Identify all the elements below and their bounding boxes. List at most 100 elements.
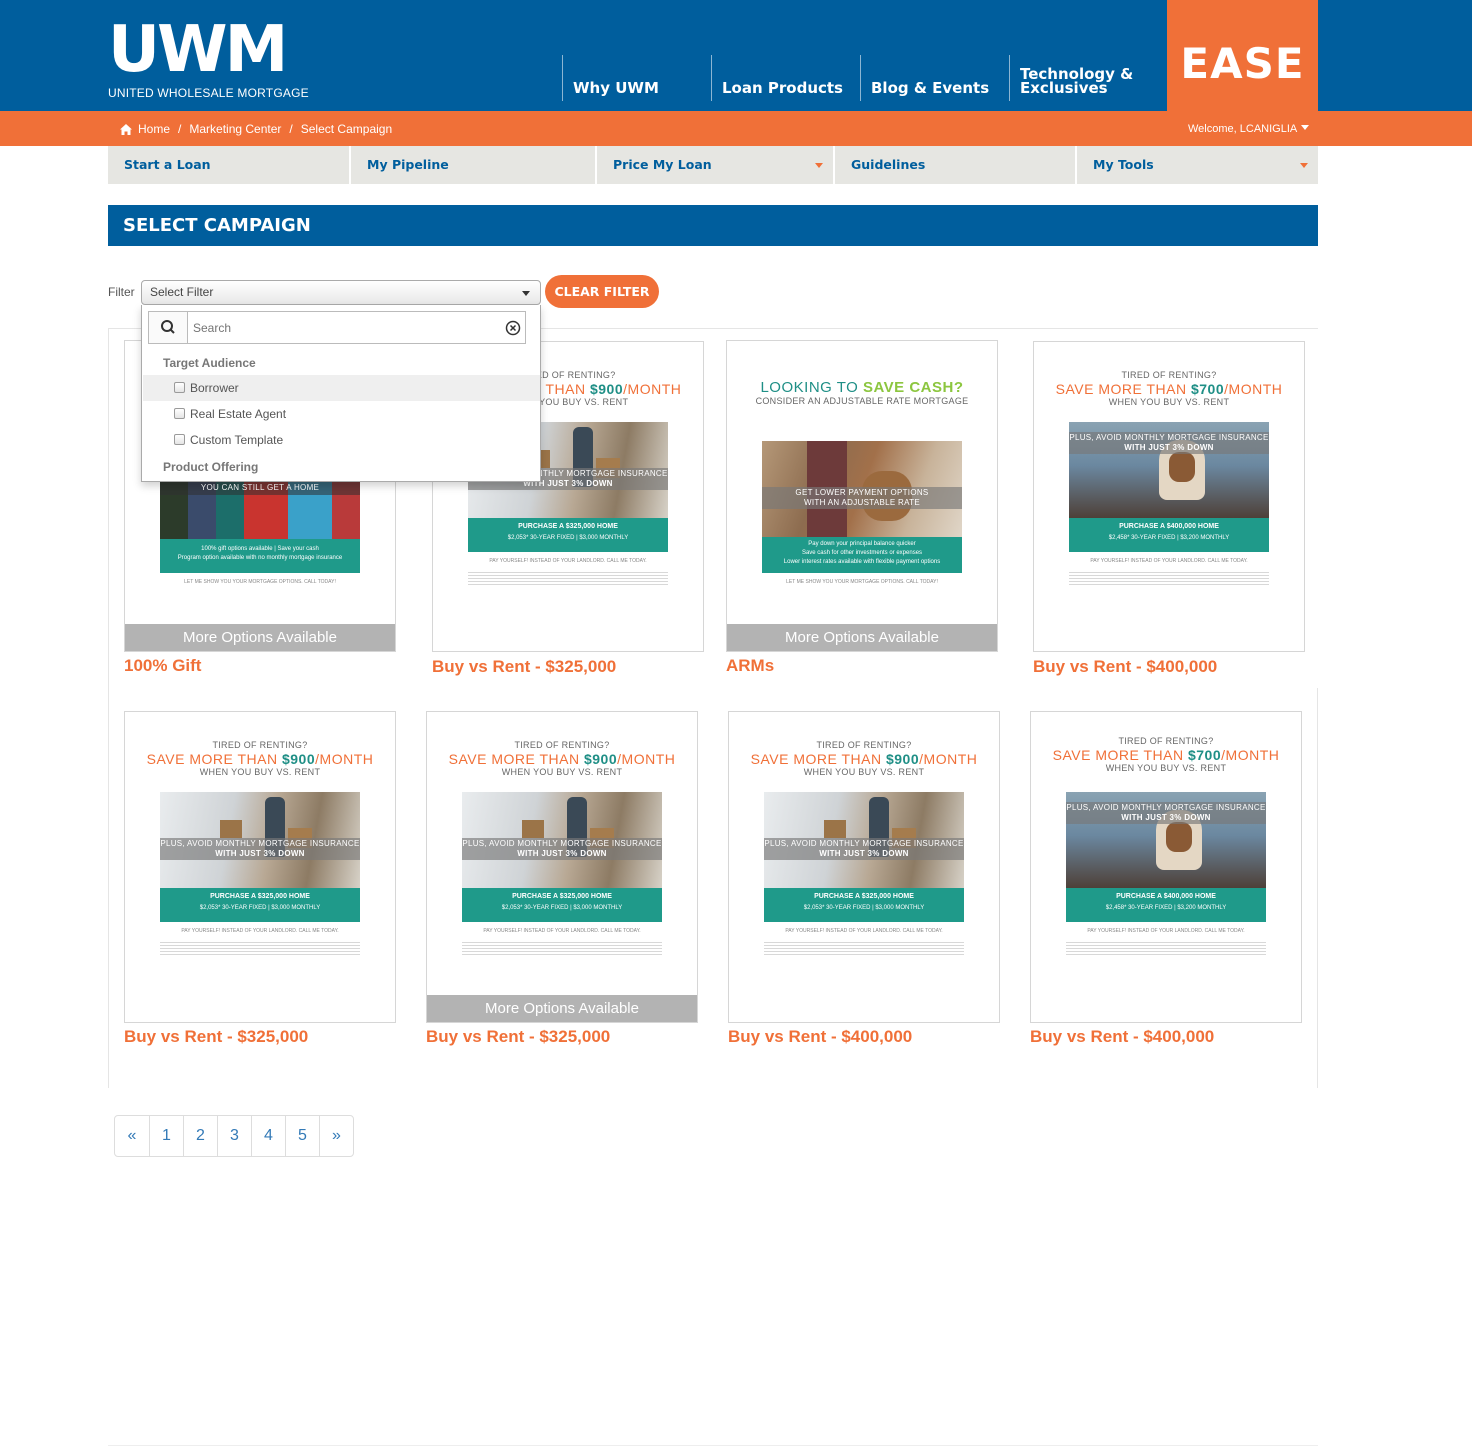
pagination-next[interactable]: » xyxy=(319,1116,353,1156)
flyer-buy-rent: $2,053* 30-YEAR FIXED | $3,000 MONTHLY xyxy=(803,905,925,911)
pagination-page-3[interactable]: 3 xyxy=(217,1116,251,1156)
flyer-text: TIRED OF RENTING? xyxy=(514,740,610,750)
campaign-title[interactable]: Buy vs Rent - $325,000 xyxy=(432,657,616,677)
checkbox[interactable] xyxy=(174,434,185,445)
logo-mark: UWM xyxy=(108,13,288,87)
flyer-text: LOOKING TO xyxy=(760,379,863,396)
pagination-page-5[interactable]: 5 xyxy=(285,1116,319,1156)
flyer-purchase: PURCHASE A $325,000 HOME xyxy=(518,523,618,530)
user-menu[interactable]: Welcome, LCANIGLIA xyxy=(1188,123,1310,135)
breadcrumb-home[interactable]: Home xyxy=(138,122,170,136)
flyer-text: TIRED OF RENTING? xyxy=(1121,370,1217,380)
flyer-text: PLUS, AVOID MONTHLY MORTGAGE INSURANCE xyxy=(764,839,964,848)
flyer-text: PLUS, AVOID MONTHLY MORTGAGE INSURANCE xyxy=(1066,803,1266,812)
chevron-down-icon xyxy=(1300,163,1308,168)
campaign-card-buy-vs-rent-325000[interactable]: TIRED OF RENTING? SAVE MORE THAN $900/MO… xyxy=(124,711,396,1023)
nav-technology-exclusives[interactable]: Technology & Exclusives xyxy=(1009,55,1167,101)
clear-filter-button[interactable]: CLEAR FILTER xyxy=(545,275,659,308)
breadcrumb-marketing-center[interactable]: Marketing Center xyxy=(189,122,281,136)
flyer-text: CONSIDER AN ADJUSTABLE RATE MORTGAGE xyxy=(755,396,969,406)
campaign-card-buy-vs-rent-400000[interactable]: TIRED OF RENTING? SAVE MORE THAN $900/MO… xyxy=(728,711,1000,1023)
flyer-disclaimer xyxy=(468,570,668,586)
flyer-text: Lower interest rates available with flex… xyxy=(783,559,941,565)
subnav-label: Start a Loan xyxy=(124,157,211,172)
flyer-text: SAVE MORE THAN xyxy=(448,751,584,767)
campaign-card-buy-vs-rent-400000[interactable]: TIRED OF RENTING? SAVE MORE THAN $700/MO… xyxy=(1033,341,1305,652)
subnav-label: My Tools xyxy=(1093,157,1154,172)
subnav-my-pipeline[interactable]: My Pipeline xyxy=(351,146,597,184)
campaign-card-buy-vs-rent-400000[interactable]: TIRED OF RENTING? SAVE MORE THAN $700/MO… xyxy=(1030,711,1302,1023)
flyer-headline: SAVE MORE THAN $900/MONTH xyxy=(729,751,999,767)
campaign-title[interactable]: Buy vs Rent - $325,000 xyxy=(124,1027,308,1047)
flyer-text: /MONTH xyxy=(1224,381,1283,397)
pagination-page-1[interactable]: 1 xyxy=(149,1116,183,1156)
subnav-start-a-loan[interactable]: Start a Loan xyxy=(108,146,351,184)
checkbox[interactable] xyxy=(174,382,185,393)
flyer-band: PLUS, AVOID MONTHLY MORTGAGE INSURANCE WI… xyxy=(160,838,360,860)
campaign-title[interactable]: Buy vs Rent - $400,000 xyxy=(1033,657,1217,677)
flyer-headline: SAVE MORE THAN $900/MONTH xyxy=(125,751,395,767)
flyer-teal-box: PURCHASE A $325,000 HOME $2,053* 30-YEAR… xyxy=(462,888,662,922)
checkbox[interactable] xyxy=(174,408,185,419)
breadcrumb-separator: / xyxy=(178,122,182,136)
filter-group-product-offering: Product Offering xyxy=(163,460,259,474)
filter-group-target-audience: Target Audience xyxy=(163,356,256,370)
ease-logo-button[interactable]: EASE xyxy=(1167,0,1318,111)
subnav-my-tools[interactable]: My Tools xyxy=(1077,146,1318,184)
flyer-heading: LOOKING TO SAVE CASH? CONSIDER AN ADJUST… xyxy=(727,379,997,406)
filter-option-borrower[interactable]: Borrower xyxy=(143,375,540,401)
flyer-buy-rent: $2,053* 30-YEAR FIXED | $3,000 MONTHLY xyxy=(199,905,321,911)
option-label: Borrower xyxy=(190,381,239,395)
subnav-label: Price My Loan xyxy=(613,157,712,172)
flyer-band: YOU CAN STILL GET A HOME xyxy=(160,481,360,495)
flyer-purchase: PURCHASE A $325,000 HOME xyxy=(210,893,310,900)
flyer-text: $2,053* 30-YEAR FIXED xyxy=(199,905,267,911)
flyer-disclaimer xyxy=(764,940,964,956)
subnav-price-my-loan[interactable]: Price My Loan xyxy=(597,146,835,184)
filter-option-custom-template[interactable]: Custom Template xyxy=(143,427,540,453)
uwm-logo[interactable]: UWM UNITED WHOLESALE MORTGAGE xyxy=(108,13,309,100)
breadcrumb-select-campaign[interactable]: Select Campaign xyxy=(301,122,392,136)
home-icon[interactable] xyxy=(120,123,132,135)
flyer-text: TIRED OF RENTING? xyxy=(212,740,308,750)
campaign-title[interactable]: 100% Gift xyxy=(124,656,201,676)
filter-select[interactable]: Select Filter xyxy=(141,280,541,305)
pagination-prev[interactable]: « xyxy=(115,1116,149,1156)
filter-search-input[interactable] xyxy=(188,312,525,343)
welcome-text: Welcome, LCANIGLIA xyxy=(1188,123,1298,135)
flyer-teal-box: PURCHASE A $325,000 HOME $2,053* 30-YEAR… xyxy=(468,518,668,552)
flyer-heading: TIRED OF RENTING? SAVE MORE THAN $900/MO… xyxy=(427,740,697,777)
nav-blog-events[interactable]: Blog & Events xyxy=(860,55,1009,101)
campaign-card-buy-vs-rent-325000[interactable]: TIRED OF RENTING? SAVE MORE THAN $900/MO… xyxy=(426,711,698,1023)
flyer-text: $3,000 MONTHLY xyxy=(875,905,925,911)
flyer-photo: PLUS, AVOID MONTHLY MORTGAGE INSURANCE WI… xyxy=(1066,792,1266,888)
subnav-guidelines[interactable]: Guidelines xyxy=(835,146,1077,184)
flyer-text: /MONTH xyxy=(617,751,676,767)
photo-dog xyxy=(1166,822,1192,852)
flyer-disclaimer xyxy=(1069,570,1269,586)
campaign-title[interactable]: Buy vs Rent - $400,000 xyxy=(1030,1027,1214,1047)
flyer-text: $2,458* 30-YEAR FIXED xyxy=(1105,905,1173,911)
nav-loan-products[interactable]: Loan Products xyxy=(711,55,860,101)
campaign-title[interactable]: Buy vs Rent - $400,000 xyxy=(728,1027,912,1047)
pagination-page-4[interactable]: 4 xyxy=(251,1116,285,1156)
flyer-disclaimer xyxy=(160,940,360,956)
filter-option-real-estate-agent[interactable]: Real Estate Agent xyxy=(143,401,540,427)
flyer-fine-print: LET ME SHOW YOU YOUR MORTGAGE OPTIONS. C… xyxy=(786,579,938,585)
campaign-title[interactable]: ARMs xyxy=(726,656,774,676)
more-options-banner: More Options Available xyxy=(727,624,997,651)
flyer-text: $2,053* 30-YEAR FIXED xyxy=(803,905,871,911)
flyer-text: Program option available with no monthly… xyxy=(177,555,343,561)
campaign-card-arms[interactable]: LOOKING TO SAVE CASH? CONSIDER AN ADJUST… xyxy=(726,340,998,652)
close-icon[interactable] xyxy=(505,320,521,336)
campaign-title[interactable]: Buy vs Rent - $325,000 xyxy=(426,1027,610,1047)
nav-why-uwm[interactable]: Why UWM xyxy=(562,55,711,101)
subnav-label: Guidelines xyxy=(851,157,926,172)
flyer-headline: SAVE MORE THAN $700/MONTH xyxy=(1034,381,1304,397)
flyer-text: $3,000 MONTHLY xyxy=(573,905,623,911)
more-options-banner: More Options Available xyxy=(125,624,395,651)
subnav-label: My Pipeline xyxy=(367,157,449,172)
flyer-text: GET LOWER PAYMENT OPTIONS xyxy=(795,488,929,497)
logo-subtitle: UNITED WHOLESALE MORTGAGE xyxy=(108,86,309,100)
pagination-page-2[interactable]: 2 xyxy=(183,1116,217,1156)
